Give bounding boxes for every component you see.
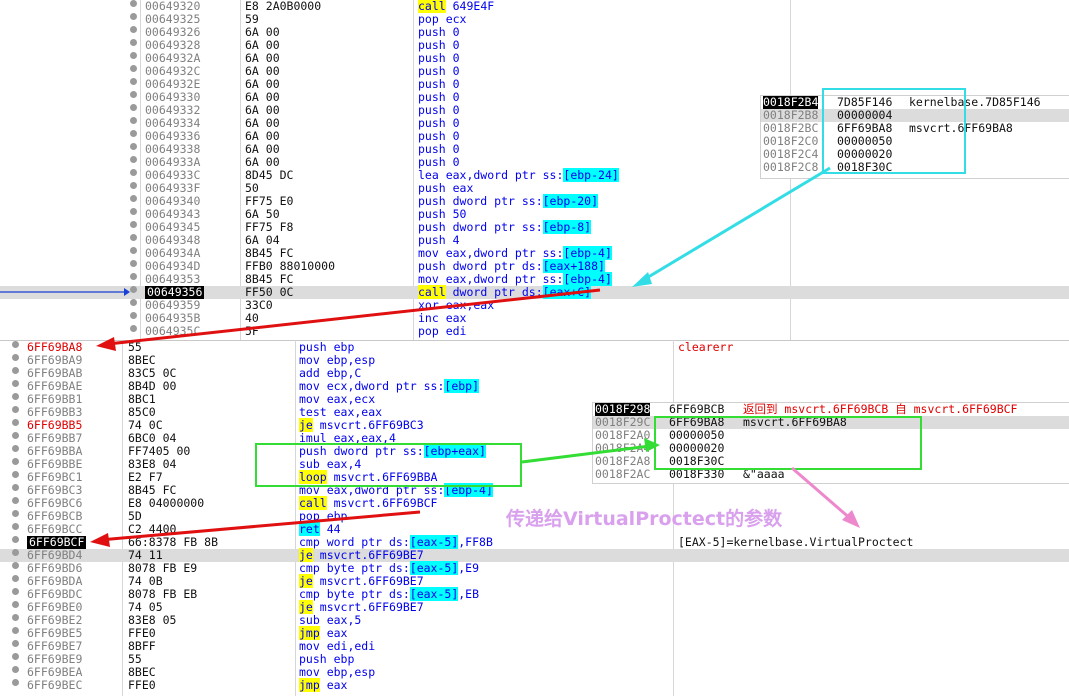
address-cell: 6FF69BEC — [27, 678, 83, 692]
breakpoint-dot-icon[interactable] — [130, 52, 137, 59]
cyan-highlight-box — [822, 88, 966, 174]
green-highlight-box-code — [255, 443, 522, 487]
breakpoint-dot-icon[interactable] — [130, 221, 137, 228]
code-row[interactable]: 0064935C 5F pop edi — [0, 325, 1069, 338]
code-row[interactable]: 6FF69BEC FFE0 jmp eax — [0, 678, 1069, 692]
instruction-cell: jmp eax — [299, 678, 348, 692]
eip-arrow-icon — [0, 288, 130, 296]
breakpoint-dot-icon[interactable] — [12, 380, 19, 387]
breakpoint-dot-icon[interactable] — [12, 471, 19, 478]
breakpoint-dot-icon[interactable] — [130, 169, 137, 176]
breakpoint-dot-icon[interactable] — [130, 260, 137, 267]
code-row[interactable]: 6FF69BE2 83E8 05 sub eax,5 — [0, 614, 1069, 627]
breakpoint-dot-icon[interactable] — [12, 640, 19, 647]
breakpoint-dot-icon[interactable] — [12, 653, 19, 660]
breakpoint-dot-icon[interactable] — [130, 0, 137, 7]
breakpoint-dot-icon[interactable] — [12, 354, 19, 361]
breakpoint-dot-icon[interactable] — [130, 208, 137, 215]
breakpoint-dot-icon[interactable] — [130, 143, 137, 150]
green-highlight-box — [654, 416, 922, 470]
breakpoint-dot-icon[interactable] — [12, 341, 19, 348]
breakpoint-dot-icon[interactable] — [12, 523, 19, 530]
breakpoint-dot-icon[interactable] — [130, 39, 137, 46]
stack-address: 0018F2C8 — [763, 160, 819, 174]
breakpoint-dot-icon[interactable] — [12, 588, 19, 595]
bytes-cell: 5F — [245, 324, 259, 338]
breakpoint-dot-icon[interactable] — [130, 247, 137, 254]
breakpoint-dot-icon[interactable] — [130, 273, 137, 280]
breakpoint-dot-icon[interactable] — [130, 104, 137, 111]
breakpoint-dot-icon[interactable] — [12, 614, 19, 621]
breakpoint-dot-icon[interactable] — [12, 458, 19, 465]
breakpoint-dot-icon[interactable] — [12, 666, 19, 673]
breakpoint-dot-icon[interactable] — [130, 130, 137, 137]
breakpoint-dot-icon[interactable] — [12, 367, 19, 374]
breakpoint-dot-icon[interactable] — [130, 195, 137, 202]
breakpoint-dot-icon[interactable] — [130, 13, 137, 20]
breakpoint-dot-icon[interactable] — [12, 549, 19, 556]
code-row[interactable]: 6FF69BE5 FFE0 jmp eax — [0, 626, 1069, 640]
breakpoint-dot-icon[interactable] — [12, 497, 19, 504]
address-cell: 0064935C — [145, 324, 201, 338]
breakpoint-dot-icon[interactable] — [12, 432, 19, 439]
breakpoint-dot-icon[interactable] — [130, 234, 137, 241]
breakpoint-dot-icon[interactable] — [130, 65, 137, 72]
annotation-text: 传递给VirtualProctect的参数 — [506, 508, 783, 530]
code-row[interactable]: 6FF69BEA 8BEC mov ebp,esp — [0, 666, 1069, 679]
breakpoint-dot-icon[interactable] — [130, 26, 137, 33]
breakpoint-dot-icon[interactable] — [130, 312, 137, 319]
breakpoint-dot-icon[interactable] — [12, 562, 19, 569]
breakpoint-dot-icon[interactable] — [12, 601, 19, 608]
code-row[interactable]: 6FF69BE9 55 push ebp — [0, 653, 1069, 666]
breakpoint-dot-icon[interactable] — [12, 445, 19, 452]
breakpoint-dot-icon[interactable] — [130, 117, 137, 124]
breakpoint-dot-icon[interactable] — [12, 406, 19, 413]
breakpoint-dot-icon[interactable] — [130, 156, 137, 163]
comment-cell: clearerr — [678, 340, 734, 354]
breakpoint-dot-icon[interactable] — [130, 78, 137, 85]
comment-cell: [EAX-5]=kernelbase.VirtualProctect — [678, 535, 914, 549]
stack-address: 0018F2AC — [595, 467, 651, 481]
breakpoint-dot-icon[interactable] — [130, 325, 137, 332]
breakpoint-dot-icon[interactable] — [12, 393, 19, 400]
breakpoint-dot-icon[interactable] — [12, 575, 19, 582]
code-row[interactable]: 6FF69BAE 8B4D 00 mov ecx,dword ptr ss:[ebp… — [0, 379, 1069, 393]
breakpoint-dot-icon[interactable] — [12, 679, 19, 686]
breakpoint-dot-icon[interactable] — [12, 419, 19, 426]
bytes-cell: FFE0 — [128, 678, 156, 692]
breakpoint-dot-icon[interactable] — [12, 510, 19, 517]
breakpoint-dot-icon[interactable] — [130, 299, 137, 306]
breakpoint-dot-icon[interactable] — [130, 286, 137, 293]
instruction-cell: pop edi — [418, 324, 467, 338]
breakpoint-dot-icon[interactable] — [12, 484, 19, 491]
breakpoint-dot-icon[interactable] — [130, 91, 137, 98]
code-row[interactable]: 6FF69BE7 8BFF mov edi,edi — [0, 640, 1069, 653]
breakpoint-dot-icon[interactable] — [130, 182, 137, 189]
breakpoint-dot-icon[interactable] — [12, 536, 19, 543]
code-row[interactable]: 6FF69BA8 55 push ebp clearerr — [0, 341, 1069, 354]
breakpoint-dot-icon[interactable] — [12, 627, 19, 634]
